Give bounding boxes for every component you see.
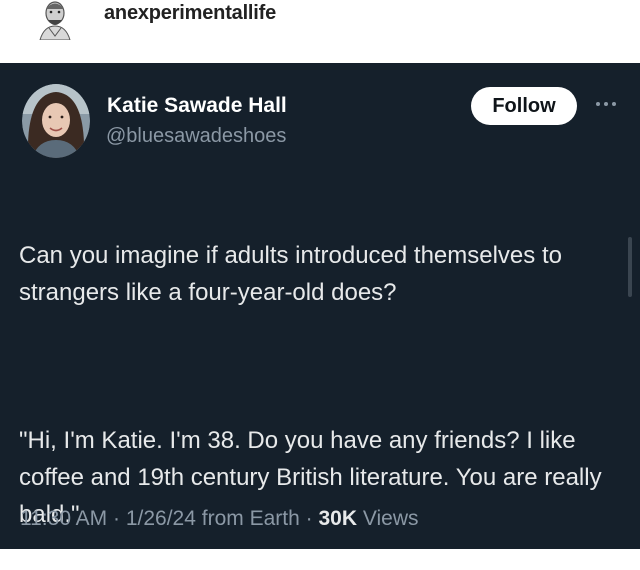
more-horizontal-icon[interactable] — [594, 99, 618, 109]
post-username[interactable]: anexperimentallife — [104, 2, 276, 25]
scrollbar[interactable] — [628, 237, 632, 297]
views-label: Views — [362, 507, 419, 530]
post-header: anexperimentallife — [0, 0, 640, 63]
top-avatar-icon[interactable] — [34, 0, 76, 40]
user-handle[interactable]: @bluesawadeshoes — [106, 125, 286, 148]
tweet-card: Katie Sawade Hall @bluesawadeshoes Follo… — [0, 63, 640, 549]
display-name[interactable]: Katie Sawade Hall — [107, 94, 287, 118]
avatar[interactable] — [22, 84, 90, 158]
tweet-paragraph: Can you imagine if adults introduced the… — [19, 242, 562, 306]
tweet-time[interactable]: 11:30 AM — [20, 507, 107, 530]
tweet-source: from Earth — [201, 507, 300, 530]
tweet-meta: 11:30 AM · 1/26/24 from Earth · 30K View… — [20, 507, 419, 530]
tweet-date[interactable]: 1/26/24 — [126, 507, 196, 530]
follow-button[interactable]: Follow — [471, 87, 577, 125]
bottom-area — [0, 549, 640, 564]
views-count: 30K — [318, 507, 357, 530]
